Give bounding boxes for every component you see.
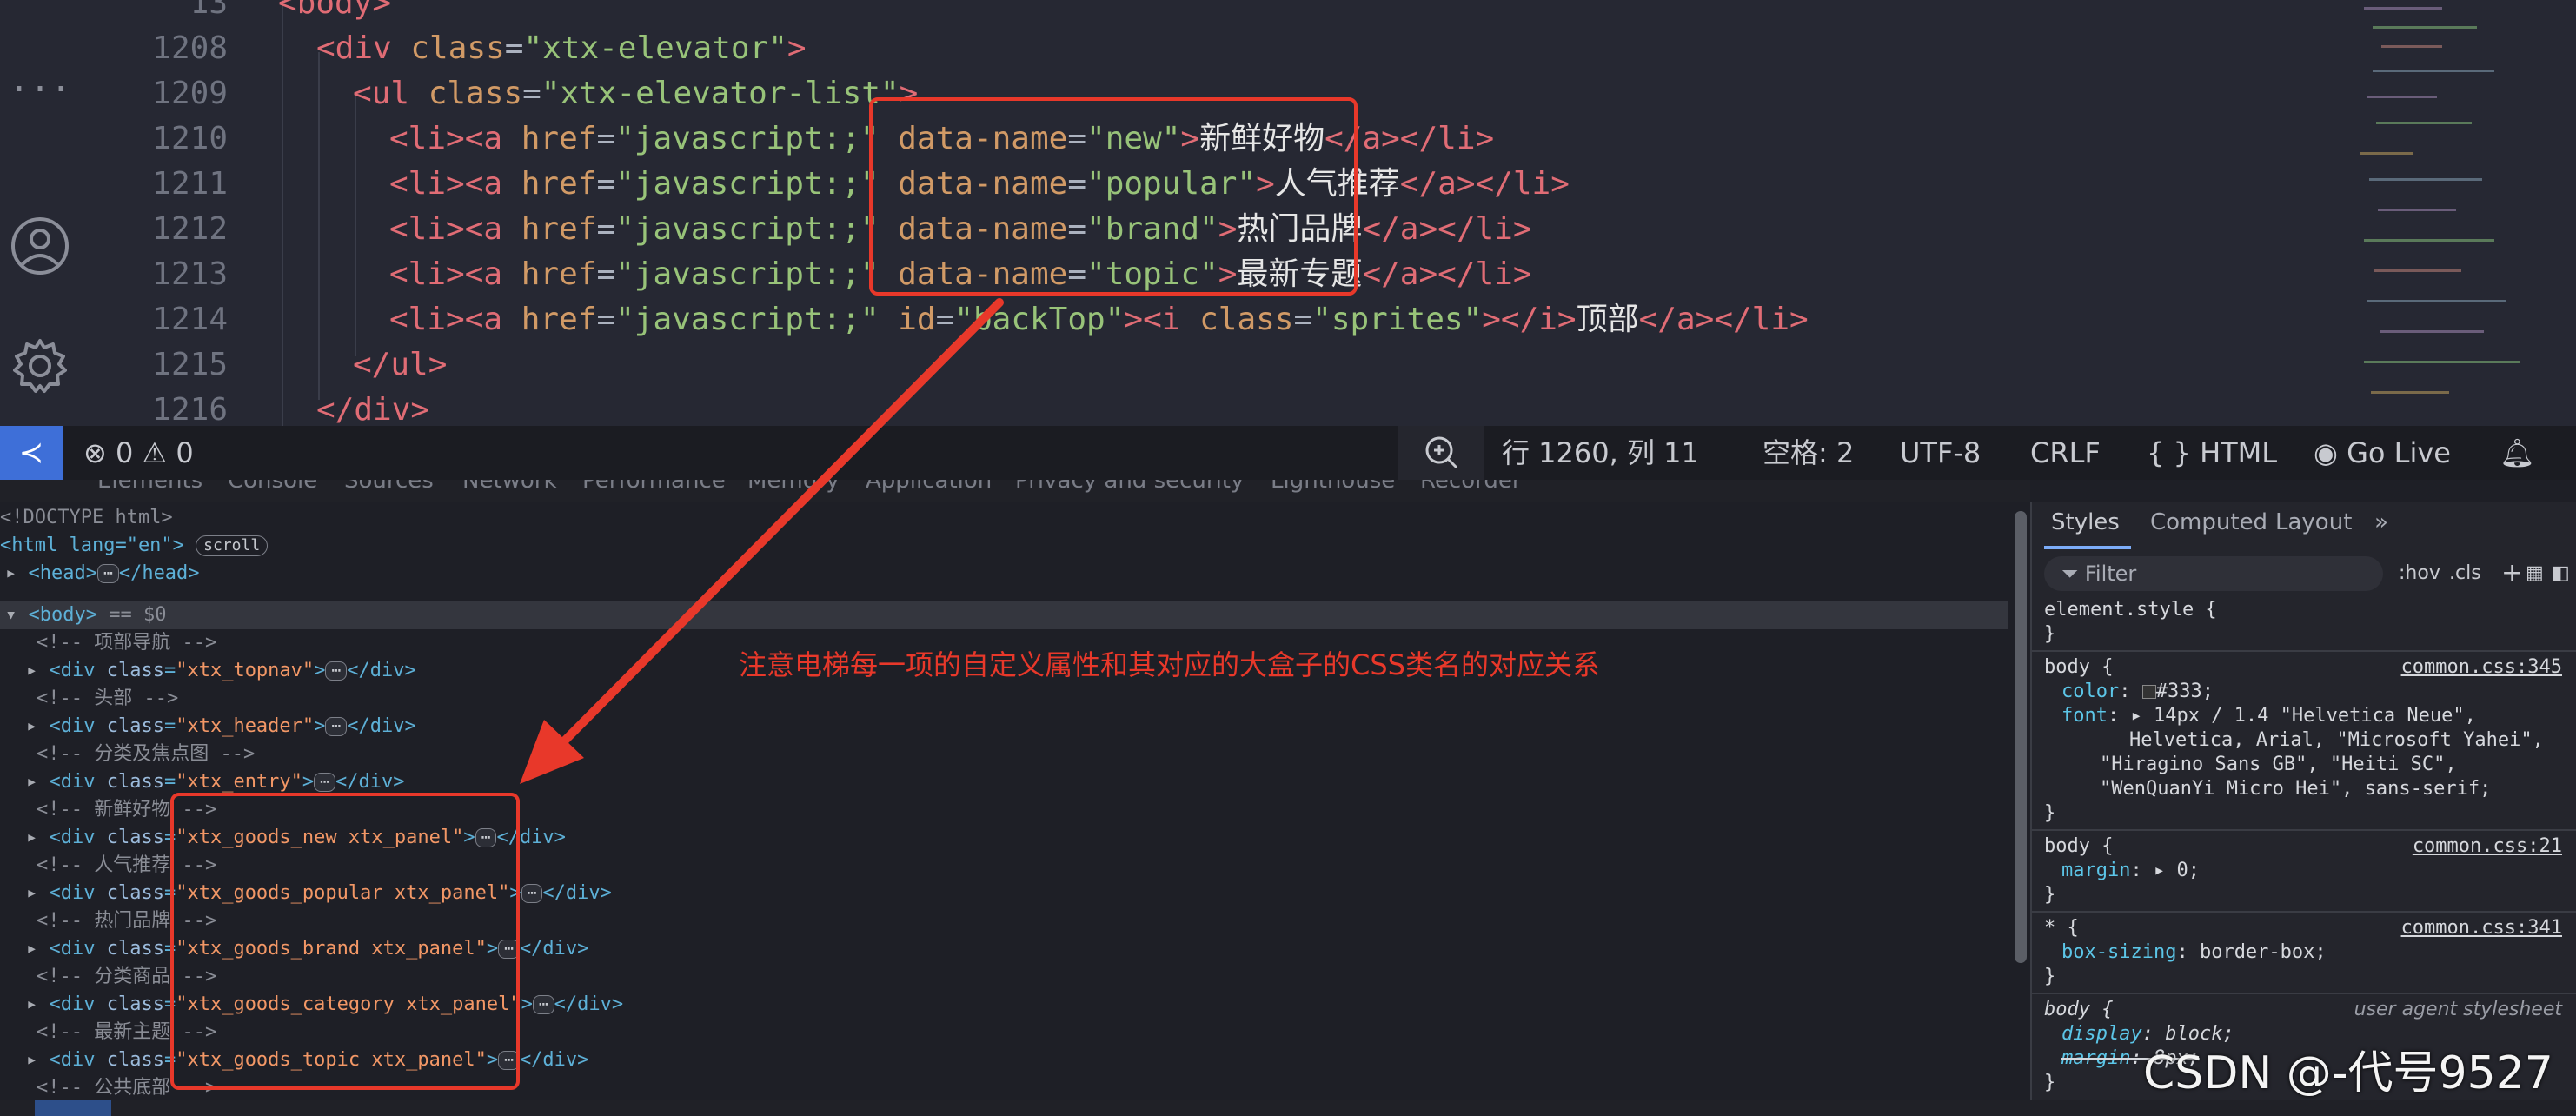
bottom-drawer-strip: [0, 1100, 2576, 1116]
watermark: CSDN @-代号9527: [2143, 1047, 2553, 1099]
annotation-arrow: [520, 298, 1004, 784]
bottom-drawer-tab[interactable]: [35, 1100, 111, 1116]
